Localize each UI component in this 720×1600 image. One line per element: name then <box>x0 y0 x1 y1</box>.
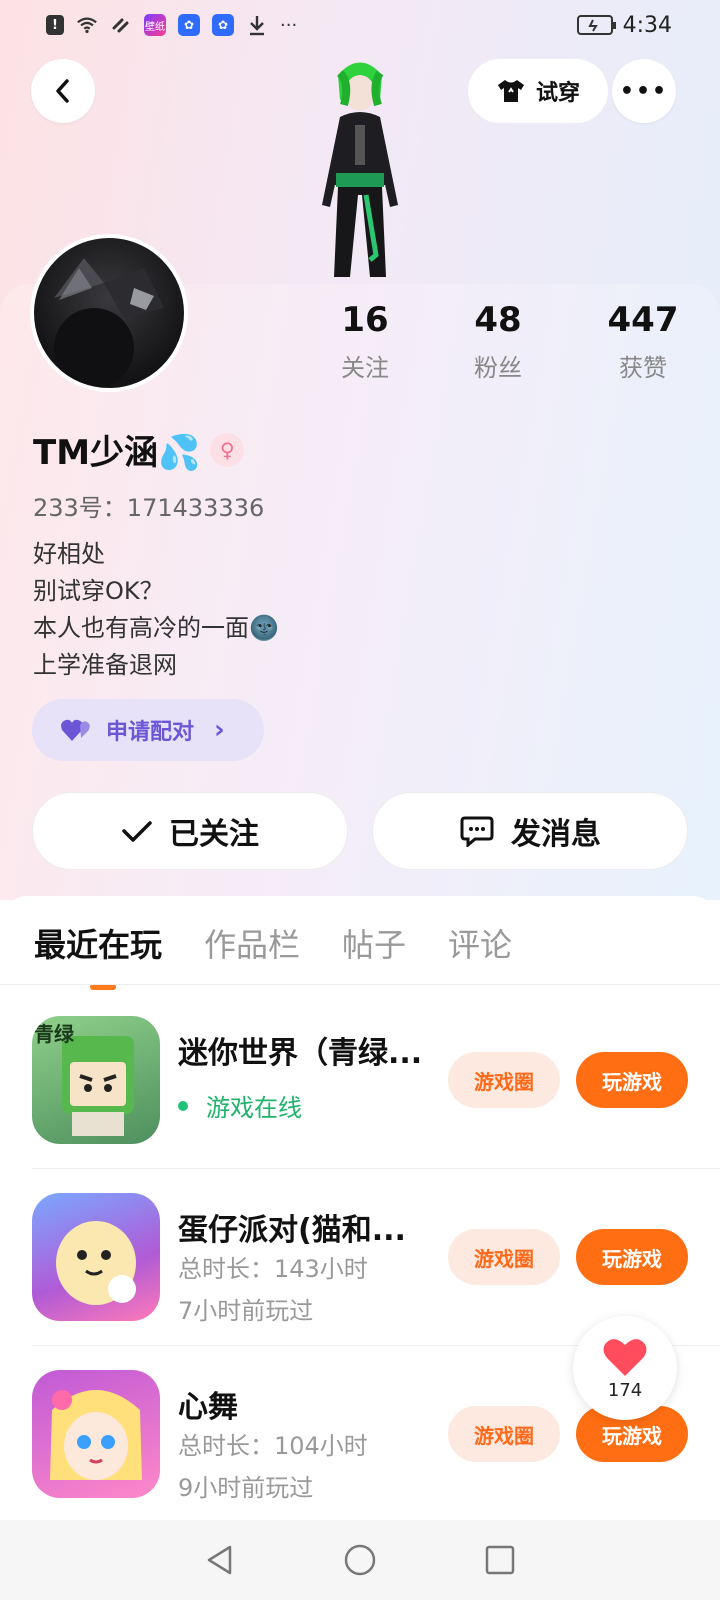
chevron-right-icon: › <box>214 715 225 745</box>
send-message-label: 发消息 <box>511 817 601 852</box>
play-game-button[interactable]: 玩游戏 <box>576 1229 688 1285</box>
likes-stat[interactable]: 447 获赞 <box>583 300 703 383</box>
tab-label: 帖子 <box>342 926 407 964</box>
tab-label: 最近在玩 <box>34 926 163 964</box>
avatar-character-figure <box>322 62 398 277</box>
followers-count: 48 <box>474 300 522 340</box>
game-circle-button[interactable]: 游戏圈 <box>448 1229 560 1285</box>
followers-label: 粉丝 <box>474 354 522 382</box>
bio-line: 本人也有高冷的一面🌚 <box>33 614 279 642</box>
wallpaper-app-icon: 壁纸 <box>144 14 166 36</box>
female-gender-icon: ♀ <box>210 432 245 467</box>
nav-home-icon[interactable] <box>343 1543 377 1577</box>
tab-label: 评论 <box>448 926 513 964</box>
following-count: 16 <box>341 300 389 340</box>
status-icons-left: ! 壁纸 ✿ ✿ ··· <box>46 14 297 36</box>
tab-recently-played[interactable]: 最近在玩 <box>34 920 163 990</box>
tab-bar: 最近在玩 作品栏 帖子 评论 <box>34 920 512 990</box>
game-title: 迷你世界（青绿... <box>178 1036 423 1071</box>
tab-posts[interactable]: 帖子 <box>342 920 406 966</box>
user-id: 233号：171433336 <box>33 494 265 522</box>
user-avatar[interactable] <box>30 234 188 392</box>
status-bar: ! 壁纸 ✿ ✿ ··· 4:34 <box>0 0 720 50</box>
checkmark-icon <box>122 821 152 842</box>
request-pairing-button[interactable]: 申请配对 › <box>32 699 264 761</box>
bio-line: 上学准备退网 <box>33 651 177 679</box>
game-circle-button[interactable]: 游戏圈 <box>448 1052 560 1108</box>
game-icon-text: 青绿 <box>34 1022 74 1046</box>
following-stat[interactable]: 16 关注 <box>305 300 425 383</box>
nav-back-icon[interactable] <box>203 1543 237 1577</box>
tab-works[interactable]: 作品栏 <box>204 920 300 966</box>
online-text: 游戏在线 <box>206 1094 302 1122</box>
system-navigation-bar <box>0 1520 720 1600</box>
like-button[interactable]: 174 <box>573 1316 677 1420</box>
clock: 4:34 <box>622 12 672 38</box>
like-count: 174 <box>607 1379 643 1401</box>
nav-recents-icon[interactable] <box>483 1543 517 1577</box>
likes-count: 447 <box>607 300 679 340</box>
bio-line: 别试穿OK？ <box>33 577 164 605</box>
bio-line: 好相处 <box>33 540 105 568</box>
followers-stat[interactable]: 48 粉丝 <box>438 300 558 383</box>
link-icon <box>110 14 132 36</box>
try-on-label: 试穿 <box>535 81 580 106</box>
game-duration: 总时长：104小时 <box>178 1432 368 1460</box>
tabs-divider <box>0 984 720 985</box>
user-bio: 好相处 别试穿OK？ 本人也有高冷的一面🌚 上学准备退网 <box>33 536 279 684</box>
game-last-played: 9小时前玩过 <box>178 1474 314 1502</box>
battery-icon <box>576 15 616 35</box>
following-label: 关注 <box>341 354 389 382</box>
followed-button[interactable]: 已关注 <box>32 792 348 870</box>
game-icon-eggy-party <box>32 1193 160 1321</box>
tab-label: 作品栏 <box>204 926 301 964</box>
game-online-status: 游戏在线 <box>178 1088 302 1123</box>
game-icon-xinwu <box>32 1370 160 1498</box>
chat-bubble-icon <box>460 816 494 847</box>
paw-icon: ✿ <box>178 14 200 36</box>
row-divider <box>32 1168 720 1169</box>
more-status-icon: ··· <box>280 14 298 36</box>
game-title: 蛋仔派对(猫和... <box>178 1213 406 1248</box>
play-game-button[interactable]: 玩游戏 <box>576 1052 688 1108</box>
back-button[interactable] <box>31 59 95 123</box>
followed-label: 已关注 <box>169 817 259 852</box>
double-heart-icon <box>61 719 90 741</box>
download-icon <box>246 14 268 36</box>
username-row: TM少涵💦 ♀ <box>33 425 245 474</box>
username: TM少涵💦 <box>33 433 201 473</box>
online-dot-icon <box>178 1100 188 1111</box>
more-dots-icon: ••• <box>619 78 669 104</box>
more-options-button[interactable]: ••• <box>612 59 676 123</box>
paw-icon-2: ✿ <box>212 14 234 36</box>
wifi-icon <box>76 14 98 36</box>
game-circle-button[interactable]: 游戏圈 <box>448 1406 560 1462</box>
likes-label: 获赞 <box>619 354 667 382</box>
try-on-button[interactable]: 试穿 <box>468 59 608 123</box>
game-list-item[interactable]: 青绿 迷你世界（青绿... 游戏在线 游戏圈 玩游戏 <box>0 1016 720 1192</box>
alert-icon: ! <box>46 15 64 35</box>
chevron-left-icon <box>56 79 69 103</box>
heart-icon <box>603 1338 647 1376</box>
status-icons-right: 4:34 <box>576 12 672 38</box>
game-icon-mini-world: 青绿 <box>32 1016 160 1144</box>
tab-comments[interactable]: 评论 <box>448 920 512 966</box>
tshirt-icon <box>497 80 524 102</box>
request-pairing-label: 申请配对 <box>106 720 195 745</box>
game-duration: 总时长：143小时 <box>178 1255 368 1283</box>
game-title: 心舞 <box>178 1390 238 1425</box>
game-last-played: 7小时前玩过 <box>178 1297 314 1325</box>
send-message-button[interactable]: 发消息 <box>372 792 688 870</box>
